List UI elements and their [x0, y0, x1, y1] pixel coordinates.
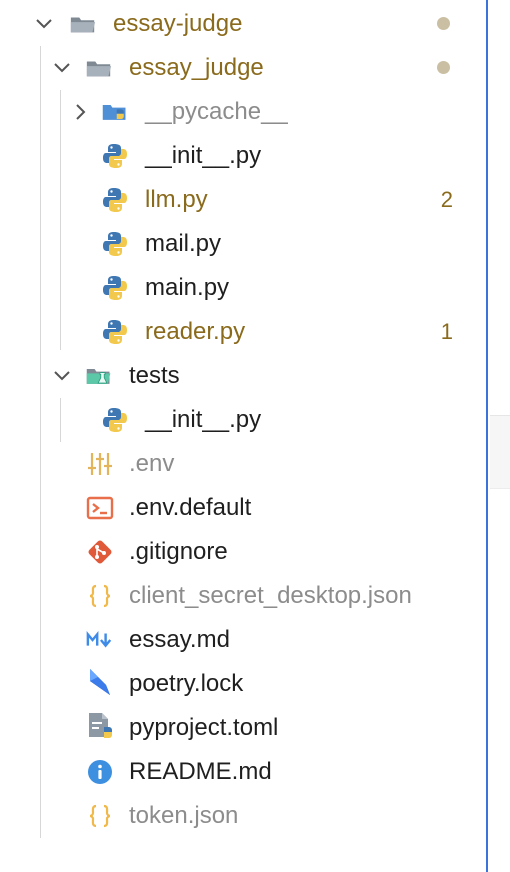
folder-open-icon	[69, 10, 97, 38]
tree-item-token-json[interactable]: token.json	[0, 794, 486, 838]
json-braces-icon	[86, 582, 114, 610]
tree-item-env-default[interactable]: .env.default	[0, 486, 486, 530]
git-icon	[86, 538, 114, 566]
tree-item-label: .gitignore	[129, 538, 228, 565]
tree-item-label: __init__.py	[145, 142, 262, 169]
tree-item-essay-md[interactable]: essay.md	[0, 618, 486, 662]
folder-open-icon	[85, 54, 113, 82]
chevron-down-icon[interactable]	[32, 12, 56, 36]
python-icon	[101, 274, 129, 302]
terminal-icon	[86, 494, 114, 522]
python-icon	[101, 186, 129, 214]
tree-item-essay-judge-package[interactable]: essay_judge	[0, 46, 486, 90]
tree-item-readme-md[interactable]: README.md	[0, 750, 486, 794]
poetry-icon	[86, 668, 114, 696]
python-icon	[101, 406, 129, 434]
tree-item-label: .env	[129, 450, 175, 477]
tree-item-label: llm.py	[145, 186, 208, 213]
tree-item-label: reader.py	[145, 318, 246, 345]
tree-item-label: pyproject.toml	[129, 714, 279, 741]
tree-item-client-secret-json[interactable]: client_secret_desktop.json	[0, 574, 486, 618]
python-config-icon	[86, 712, 114, 740]
tree-item-label: essay_judge	[129, 54, 264, 81]
markdown-icon	[86, 626, 114, 654]
tree-item-pyproject-toml[interactable]: pyproject.toml	[0, 706, 486, 750]
tree-item-label: essay.md	[129, 626, 230, 653]
tree-item-label: __init__.py	[145, 406, 262, 433]
info-icon	[86, 758, 114, 786]
tree-item-poetry-lock[interactable]: poetry.lock	[0, 662, 486, 706]
tree-item-main-py[interactable]: main.py	[0, 266, 486, 310]
tree-item-gitignore[interactable]: .gitignore	[0, 530, 486, 574]
explorer-panel: essay-judge essay_judge __pycache__ __in…	[0, 0, 488, 872]
tree-item-label: .env.default	[129, 494, 252, 521]
tree-item-label: __pycache__	[145, 98, 288, 125]
python-folder-icon	[101, 98, 129, 126]
tree-item-label: mail.py	[145, 230, 222, 257]
problem-count-badge: 1	[440, 319, 453, 344]
python-icon	[101, 142, 129, 170]
modified-dot	[437, 17, 450, 30]
tree-item-pycache[interactable]: __pycache__	[0, 90, 486, 134]
tree-item-label: essay-judge	[113, 10, 243, 37]
chevron-down-icon[interactable]	[50, 364, 74, 388]
env-settings-icon	[86, 450, 114, 478]
tree-item-label: main.py	[145, 274, 230, 301]
tree-item-tests-init-py[interactable]: __init__.py	[0, 398, 486, 442]
problem-count-badge: 2	[440, 187, 453, 212]
tree-item-label: client_secret_desktop.json	[129, 582, 412, 609]
modified-dot	[437, 61, 450, 74]
tree-item-init-py[interactable]: __init__.py	[0, 134, 486, 178]
python-icon	[101, 318, 129, 346]
tree-item-llm-py[interactable]: llm.py 2	[0, 178, 486, 222]
tree-item-essay-judge[interactable]: essay-judge	[0, 2, 486, 46]
tree-item-env[interactable]: .env	[0, 442, 486, 486]
json-braces-icon	[86, 802, 114, 830]
test-folder-icon	[85, 362, 113, 390]
python-icon	[101, 230, 129, 258]
editor-edge	[490, 415, 510, 489]
tree-item-label: README.md	[129, 758, 272, 785]
chevron-right-icon[interactable]	[68, 100, 92, 124]
tree-item-mail-py[interactable]: mail.py	[0, 222, 486, 266]
tree-item-label: poetry.lock	[129, 670, 244, 697]
chevron-down-icon[interactable]	[50, 56, 74, 80]
tree-item-tests[interactable]: tests	[0, 354, 486, 398]
tree-item-reader-py[interactable]: reader.py 1	[0, 310, 486, 354]
tree-item-label: tests	[129, 362, 180, 389]
tree-item-label: token.json	[129, 802, 239, 829]
